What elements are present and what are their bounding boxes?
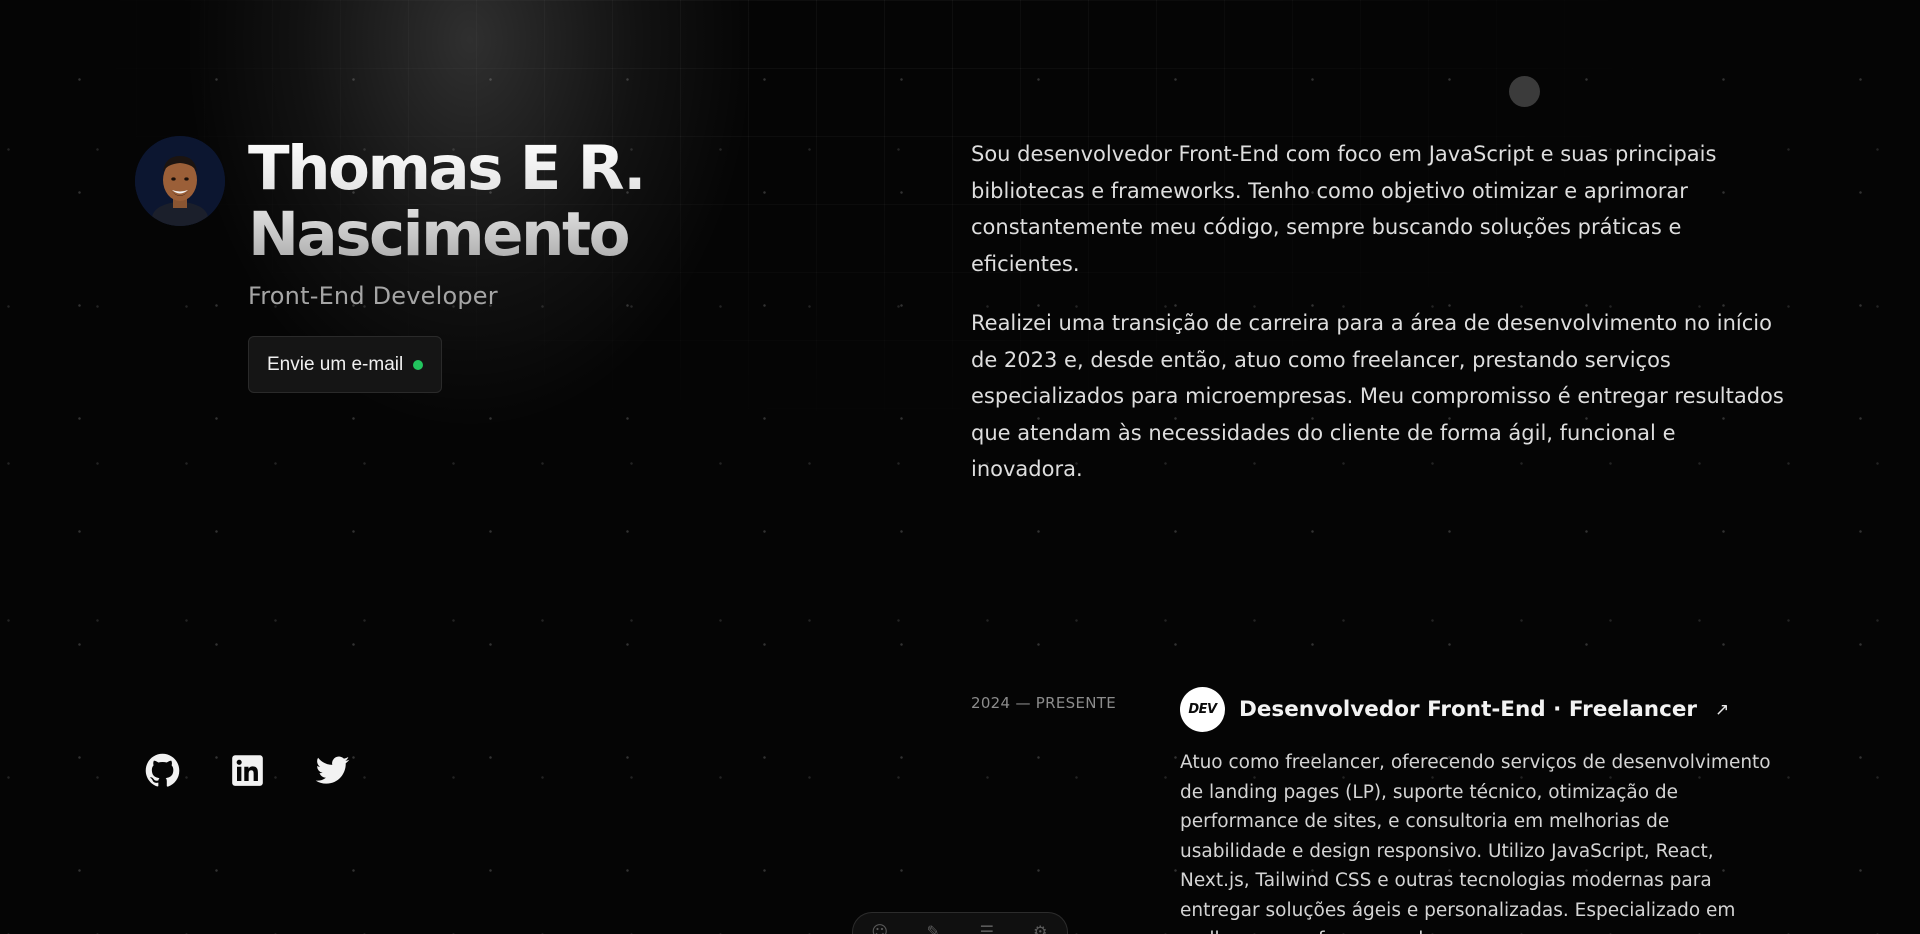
- name-block: Thomas E R. Nascimento Front-End Develop…: [248, 136, 668, 393]
- floating-orb: [1509, 76, 1540, 107]
- user-icon[interactable]: ☺: [871, 923, 889, 934]
- profile-role: Front-End Developer: [248, 282, 498, 310]
- about-paragraph: Sou desenvolvedor Front-End com foco em …: [971, 142, 1717, 276]
- twitter-link[interactable]: [315, 753, 350, 788]
- external-arrow-icon: ↗: [1715, 699, 1730, 720]
- avatar: [135, 136, 225, 226]
- menu-icon[interactable]: ☰: [978, 923, 996, 934]
- about-paragraph: Realizei uma transição de carreira para …: [971, 311, 1784, 481]
- avatar-image: [135, 136, 225, 226]
- experience-body: DEV Desenvolvedor Front-End · Freelancer…: [1180, 687, 1780, 934]
- profile-name: Thomas E R. Nascimento: [248, 136, 668, 268]
- email-button-label: Envie um e-mail: [267, 353, 404, 375]
- experience-description: Atuo como freelancer, oferecendo serviço…: [1180, 752, 1771, 934]
- experience-title: Desenvolvedor Front-End · Freelancer: [1239, 697, 1698, 722]
- github-link[interactable]: [145, 753, 180, 788]
- experience-link[interactable]: DEV Desenvolvedor Front-End · Freelancer…: [1180, 687, 1780, 732]
- tag-icon[interactable]: ✎: [924, 923, 942, 934]
- settings-icon[interactable]: ⚙: [1031, 923, 1049, 934]
- twitter-icon: [315, 756, 350, 784]
- bottom-dock: ☺ ✎ ☰ ⚙: [852, 912, 1068, 934]
- github-icon: [145, 753, 180, 787]
- email-button[interactable]: Envie um e-mail: [248, 336, 443, 393]
- social-links: [145, 753, 350, 788]
- linkedin-icon: [232, 755, 263, 786]
- linkedin-link[interactable]: [230, 753, 265, 788]
- about-section: Sou desenvolvedor Front-End com foco em …: [971, 136, 1791, 488]
- status-dot: [413, 359, 424, 370]
- company-logo-icon: DEV: [1180, 687, 1225, 732]
- experience-period: 2024 — PRESENTE: [971, 694, 1117, 712]
